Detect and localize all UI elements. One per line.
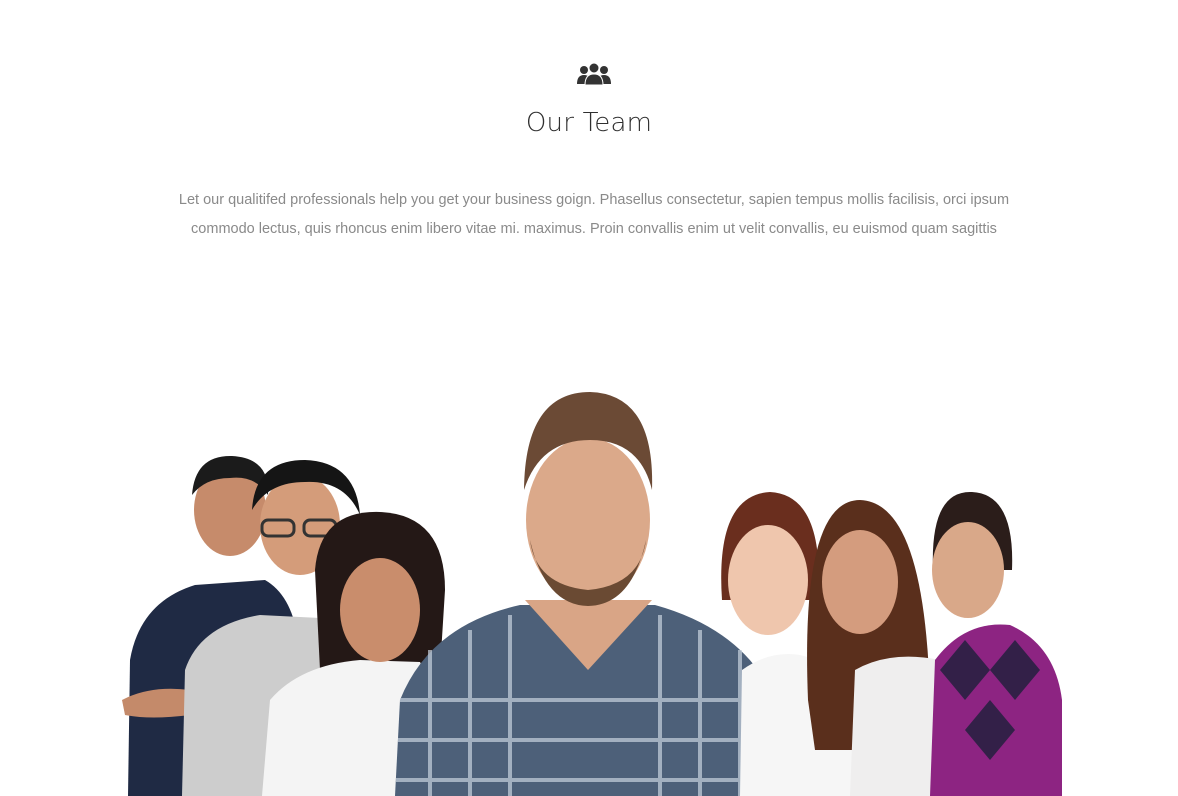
team-member-7 xyxy=(930,491,1062,796)
section-description: Let our qualitifed professionals help yo… xyxy=(178,192,1010,237)
section-title: Our Team xyxy=(525,108,653,138)
team-section: Our Team Let our qualitifed professional… xyxy=(0,0,1178,796)
team-icon xyxy=(577,62,611,86)
team-photo xyxy=(122,392,1062,796)
